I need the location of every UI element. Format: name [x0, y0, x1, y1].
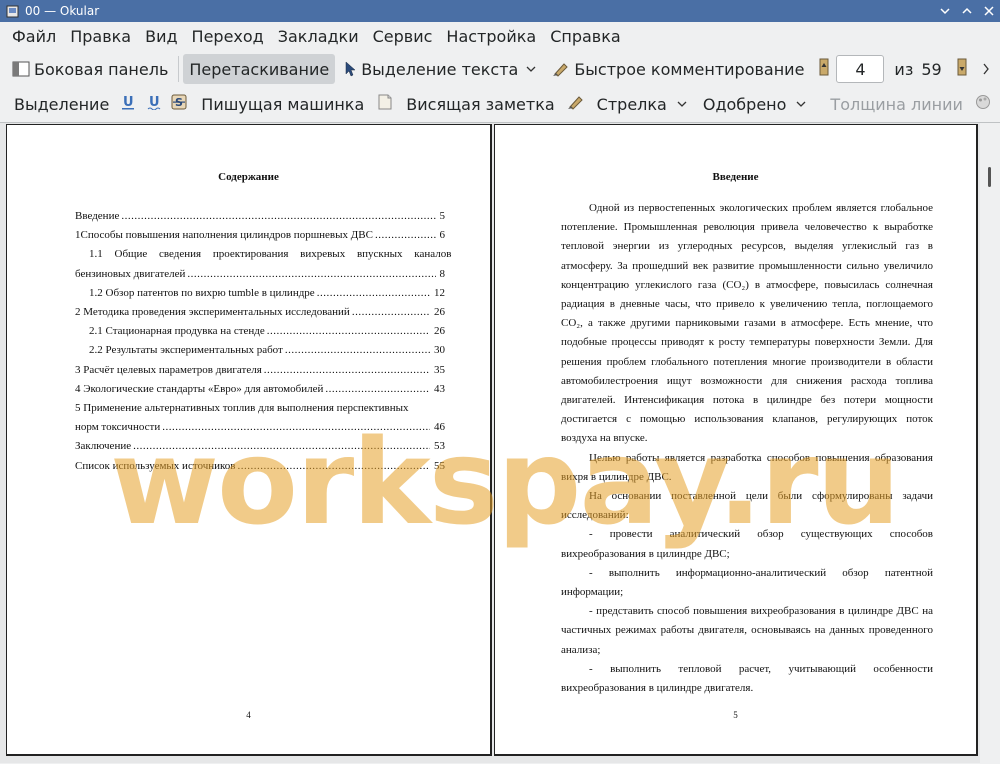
menu-bar: Файл Правка Вид Переход Закладки Сервис …	[0, 22, 1000, 52]
arrow-tool-label: Стрелка	[596, 94, 667, 114]
page-number: 4	[246, 710, 251, 720]
page-heading: Содержание	[218, 171, 279, 183]
title-bar: 00 — Okular	[0, 0, 1000, 22]
chevron-down-icon[interactable]	[526, 65, 536, 73]
underline-icon[interactable]: U	[121, 94, 135, 114]
body-paragraph: - выполнить тепловой расчет, учитывающий…	[561, 662, 933, 695]
selection-button[interactable]: Выделение	[8, 89, 115, 119]
minimize-icon[interactable]	[934, 0, 956, 22]
page-total-label: 59	[921, 59, 942, 79]
menu-go[interactable]: Переход	[185, 23, 271, 51]
toc-entry: Введение5	[75, 207, 445, 226]
menu-bookmarks[interactable]: Закладки	[271, 23, 366, 51]
main-toolbar: Боковая панель Перетаскивание Выделение …	[0, 52, 1000, 86]
color-picker-icon[interactable]	[975, 94, 991, 114]
menu-tools[interactable]: Сервис	[366, 23, 440, 51]
document-page: Введение Одной из первостепенных экологи…	[494, 124, 978, 756]
arrow-tool-button[interactable]: Стрелка	[591, 89, 697, 119]
body-paragraph: - представить способ повышения вихреобра…	[561, 605, 933, 656]
typewriter-button[interactable]: Пишущая машинка	[195, 89, 370, 119]
highlighter-icon[interactable]	[567, 94, 585, 114]
menu-edit[interactable]: Правка	[63, 23, 138, 51]
body-paragraph: - провести аналитический обзор существую…	[561, 528, 933, 560]
maximize-icon[interactable]	[956, 0, 978, 22]
note-icon[interactable]	[378, 94, 392, 114]
hanging-note-label: Висящая заметка	[406, 94, 555, 114]
chevron-down-icon[interactable]	[796, 100, 806, 108]
toc-entry: Список используемых источников55	[75, 457, 445, 476]
strikeout-icon[interactable]: S	[171, 94, 187, 114]
page-body: Одной из первостепенных экологических пр…	[561, 199, 933, 698]
page-number: 5	[733, 710, 738, 720]
next-page-icon[interactable]	[956, 58, 968, 80]
sidebar-icon	[12, 61, 30, 77]
quick-comment-label: Быстрое комментирование	[574, 59, 805, 79]
cursor-arrow-icon	[345, 61, 357, 77]
toolbar-separator	[178, 56, 180, 82]
document-page: Содержание Введение5 1Способы повышения …	[6, 124, 492, 756]
stamp-label: Одобрено	[702, 94, 787, 114]
page-of-label: из	[894, 59, 914, 79]
menu-view[interactable]: Вид	[138, 23, 184, 51]
svg-text:U: U	[123, 95, 134, 110]
vertical-scrollbar[interactable]	[980, 123, 1000, 764]
toc-entry: 1Способы повышения наполнения цилиндров …	[75, 226, 445, 245]
scrollbar-thumb[interactable]	[988, 167, 991, 187]
okular-app-icon	[5, 4, 19, 18]
drag-mode-button[interactable]: Перетаскивание	[183, 54, 336, 84]
chevron-down-icon[interactable]	[677, 100, 687, 108]
line-width-label: Толщина линии	[830, 94, 963, 114]
drag-mode-label: Перетаскивание	[189, 59, 330, 79]
toc-entry: бензиновых двигателей8	[75, 265, 445, 284]
line-width-button[interactable]: Толщина линии	[824, 89, 969, 119]
page-number-value: 4	[855, 59, 866, 79]
text-select-button[interactable]: Выделение текста	[339, 54, 546, 84]
toc-entry: норм токсичности46	[75, 418, 445, 437]
toc-entry: 1.2 Обзор патентов по вихрю tumble в цил…	[75, 284, 445, 303]
document-view[interactable]: Содержание Введение5 1Способы повышения …	[0, 122, 1000, 764]
menu-file[interactable]: Файл	[5, 23, 63, 51]
toc-entry: 2 Методика проведения экспериментальных …	[75, 303, 445, 322]
page-heading: Введение	[712, 171, 759, 183]
sidebar-label: Боковая панель	[34, 59, 169, 79]
page-number-input[interactable]: 4	[836, 55, 885, 83]
quick-comment-button[interactable]: Быстрое комментирование	[546, 54, 810, 84]
body-paragraph: Одной из первостепенных экологических пр…	[561, 202, 933, 445]
table-of-contents: Введение5 1Способы повышения наполнения …	[75, 207, 452, 476]
squiggly-underline-icon[interactable]: U	[147, 94, 161, 114]
body-paragraph: - выполнить информационно-аналитический …	[561, 566, 933, 599]
typewriter-label: Пишущая машинка	[201, 94, 365, 114]
annotation-toolbar: Выделение U U S Пишущая машинка Висящая …	[0, 87, 1000, 121]
window-title: 00 — Okular	[25, 4, 100, 18]
toolbar-overflow-icon[interactable]	[982, 60, 990, 79]
highlighter-icon	[552, 61, 570, 77]
text-select-label: Выделение текста	[361, 59, 519, 79]
toc-entry: 5 Применение альтернативных топлив для в…	[75, 402, 409, 415]
toc-entry: 1.1 Общие сведения проектирования вихрев…	[89, 248, 452, 261]
toc-entry: 2.2 Результаты экспериментальных работ30	[75, 341, 445, 360]
menu-settings[interactable]: Настройка	[439, 23, 543, 51]
hanging-note-button[interactable]: Висящая заметка	[400, 89, 560, 119]
selection-label: Выделение	[14, 94, 110, 114]
stamp-button[interactable]: Одобрено	[697, 89, 817, 119]
toc-entry: 2.1 Стационарная продувка на стенде26	[75, 322, 445, 341]
sidebar-button[interactable]: Боковая панель	[6, 54, 174, 84]
toc-entry: 3 Расчёт целевых параметров двигателя35	[75, 361, 445, 380]
menu-help[interactable]: Справка	[543, 23, 628, 51]
toc-entry: Заключение53	[75, 437, 445, 456]
body-paragraph: Целью работы является разработка способо…	[561, 451, 933, 483]
toc-entry: 4 Экологические стандарты «Евро» для авт…	[75, 380, 445, 399]
body-paragraph: На основании поставленной цели были сфор…	[561, 490, 933, 522]
previous-page-icon[interactable]	[818, 58, 830, 80]
close-icon[interactable]	[978, 0, 1000, 22]
